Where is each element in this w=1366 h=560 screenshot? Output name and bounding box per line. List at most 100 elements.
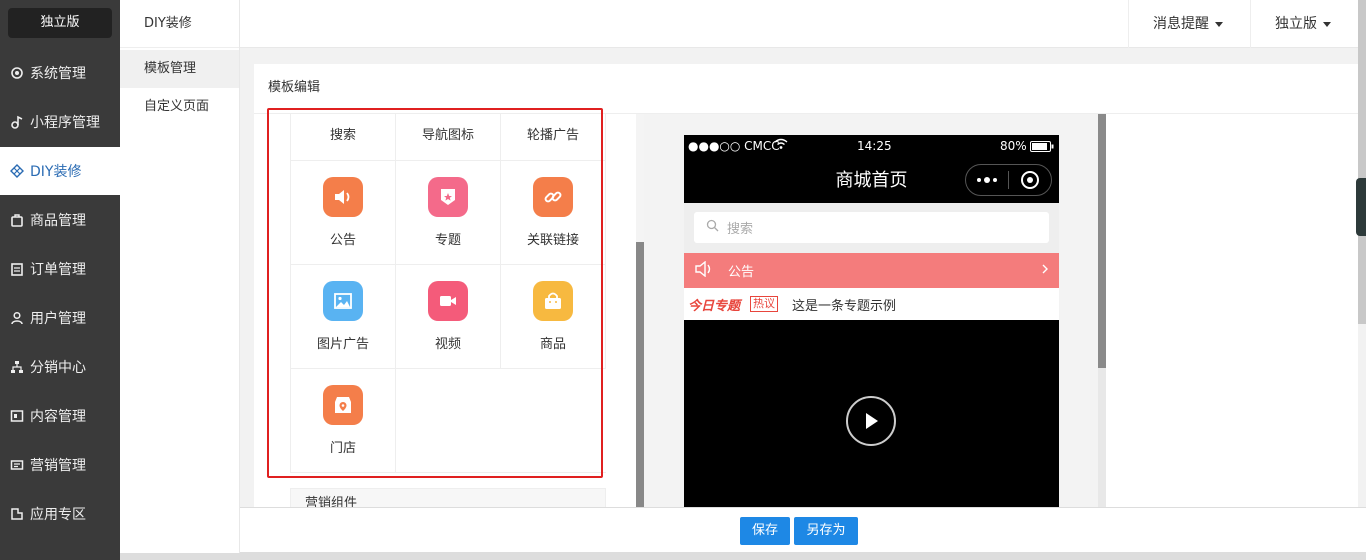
caret-down-icon xyxy=(1215,21,1223,27)
sidebar-item-label: 用户管理 xyxy=(30,311,86,327)
speaker-icon xyxy=(694,260,714,281)
sidebar-item-users[interactable]: 用户管理 xyxy=(0,294,120,342)
save-as-button[interactable]: 另存为 xyxy=(794,517,858,545)
sidebar-item-content[interactable]: 内容管理 xyxy=(0,392,120,440)
brand-badge[interactable]: 独立版 xyxy=(8,8,112,38)
page-title: 模板编辑 xyxy=(254,64,1358,114)
wifi-icon xyxy=(774,138,788,153)
sidebar-item-label: 订单管理 xyxy=(30,262,86,278)
phone-notice-bar[interactable]: 公告 xyxy=(684,253,1059,288)
component-image-ad[interactable]: 图片广告 xyxy=(291,265,396,369)
empty-cell xyxy=(396,369,501,473)
component-store[interactable]: 门店 xyxy=(291,369,396,473)
badge-icon xyxy=(428,177,468,217)
sidebar-item-apps[interactable]: 应用专区 xyxy=(0,490,120,538)
phone-preview: ●●●○○ CMCC 14:25 80% 商城首页 搜索 公告 今日专题 热议 … xyxy=(684,135,1059,560)
phone-status-bar: ●●●○○ CMCC 14:25 80% xyxy=(684,135,1059,159)
sidebar-item-miniprogram[interactable]: 小程序管理 xyxy=(0,98,120,146)
caret-down-icon xyxy=(1323,21,1331,27)
footer-action-bar: 保存 另存为 xyxy=(240,507,1366,553)
music-note-icon xyxy=(10,115,24,129)
gear-icon xyxy=(10,66,24,80)
edition-dropdown[interactable]: 独立版 xyxy=(1250,0,1366,48)
component-carousel[interactable]: 轮播广告 xyxy=(501,114,606,160)
subnav-item-custom-pages[interactable]: 自定义页面 xyxy=(120,88,239,126)
sidebar-item-system[interactable]: 系统管理 xyxy=(0,49,120,97)
component-label: 图片广告 xyxy=(316,337,369,352)
clipboard-icon xyxy=(10,262,24,276)
phone-nav-bar: 商城首页 xyxy=(684,159,1059,203)
sidebar-item-diy[interactable]: DIY装修 xyxy=(0,147,120,195)
topic-logo: 今日专题 xyxy=(688,298,741,314)
video-icon xyxy=(428,281,468,321)
notice-text: 公告 xyxy=(728,265,755,280)
sidebar-item-label: 系统管理 xyxy=(30,66,86,82)
sidebar-item-label: 内容管理 xyxy=(30,409,86,425)
subnav-item-templates[interactable]: 模板管理 xyxy=(120,50,239,88)
miniprogram-capsule[interactable] xyxy=(965,164,1052,196)
marketing-icon xyxy=(10,458,24,472)
app-icon xyxy=(10,507,24,521)
component-label: 视频 xyxy=(434,337,461,352)
diy-icon xyxy=(10,164,24,178)
sidebar-item-products[interactable]: 商品管理 xyxy=(0,196,120,244)
sidebar-item-label: 小程序管理 xyxy=(30,115,100,131)
topic-tag: 热议 xyxy=(750,296,779,312)
component-topic[interactable]: 专题 xyxy=(396,161,501,265)
battery-icon xyxy=(1030,141,1054,156)
sidebar-item-label: 应用专区 xyxy=(30,507,86,523)
page-scroll-thumb[interactable] xyxy=(1358,0,1366,324)
component-row: 公告 专题 关联链接 xyxy=(291,161,606,265)
component-label: 公告 xyxy=(329,233,356,248)
topic-text: 这是一条专题示例 xyxy=(792,298,897,314)
component-notice[interactable]: 公告 xyxy=(291,161,396,265)
sidebar-item-label: DIY装修 xyxy=(30,164,82,180)
hierarchy-icon xyxy=(10,360,24,374)
sidebar-item-label: 商品管理 xyxy=(30,213,86,229)
sidebar-item-distribution[interactable]: 分销中心 xyxy=(0,343,120,391)
user-icon xyxy=(10,311,24,325)
top-bar: 消息提醒 独立版 xyxy=(240,0,1366,48)
secondary-sidebar: DIY装修 模板管理 自定义页面 xyxy=(120,0,240,560)
status-time: 14:25 xyxy=(857,139,892,153)
subnav-title: DIY装修 xyxy=(120,0,239,48)
component-video[interactable]: 视频 xyxy=(396,265,501,369)
close-target-icon[interactable] xyxy=(1009,170,1051,190)
bag-icon xyxy=(10,213,24,227)
carrier-label: ●●●○○ CMCC xyxy=(688,139,780,153)
component-label: 专题 xyxy=(434,233,461,248)
save-button[interactable]: 保存 xyxy=(740,517,790,545)
bottom-strip xyxy=(120,553,1366,560)
chevron-right-icon xyxy=(1041,262,1049,280)
sidebar-item-label: 营销管理 xyxy=(30,458,86,474)
component-tab-row: 搜索 导航图标 轮播广告 xyxy=(291,114,606,161)
component-grid: 搜索 导航图标 轮播广告 公告 专题 关联链接 图片广告 视频 商品 门店 xyxy=(290,114,606,473)
more-dots-icon[interactable] xyxy=(966,176,1008,184)
component-nav-icons[interactable]: 导航图标 xyxy=(396,114,501,160)
messages-dropdown[interactable]: 消息提醒 xyxy=(1128,0,1250,48)
link-icon xyxy=(533,177,573,217)
component-label: 门店 xyxy=(329,441,356,456)
phone-search-input[interactable]: 搜索 xyxy=(694,212,1049,243)
component-row: 门店 xyxy=(291,369,606,473)
component-label: 关联链接 xyxy=(526,233,579,248)
shopping-bag-icon xyxy=(533,281,573,321)
component-search[interactable]: 搜索 xyxy=(291,114,396,160)
component-goods[interactable]: 商品 xyxy=(501,265,606,369)
speaker-icon xyxy=(323,177,363,217)
store-icon xyxy=(323,385,363,425)
component-label: 商品 xyxy=(539,337,566,352)
battery-label: 80% xyxy=(1000,139,1027,153)
search-icon xyxy=(706,219,719,236)
content-icon xyxy=(10,409,24,423)
component-link[interactable]: 关联链接 xyxy=(501,161,606,265)
sidebar-item-orders[interactable]: 订单管理 xyxy=(0,245,120,293)
edge-widget[interactable] xyxy=(1356,178,1366,236)
search-placeholder: 搜索 xyxy=(727,222,754,237)
sidebar-item-marketing[interactable]: 营销管理 xyxy=(0,441,120,489)
phone-topic-bar[interactable]: 今日专题 热议 这是一条专题示例 xyxy=(684,288,1059,320)
preview-scroll-thumb[interactable] xyxy=(1098,114,1106,368)
edition-label: 独立版 xyxy=(1275,16,1317,32)
empty-cell xyxy=(501,369,606,473)
play-icon[interactable] xyxy=(846,396,896,446)
